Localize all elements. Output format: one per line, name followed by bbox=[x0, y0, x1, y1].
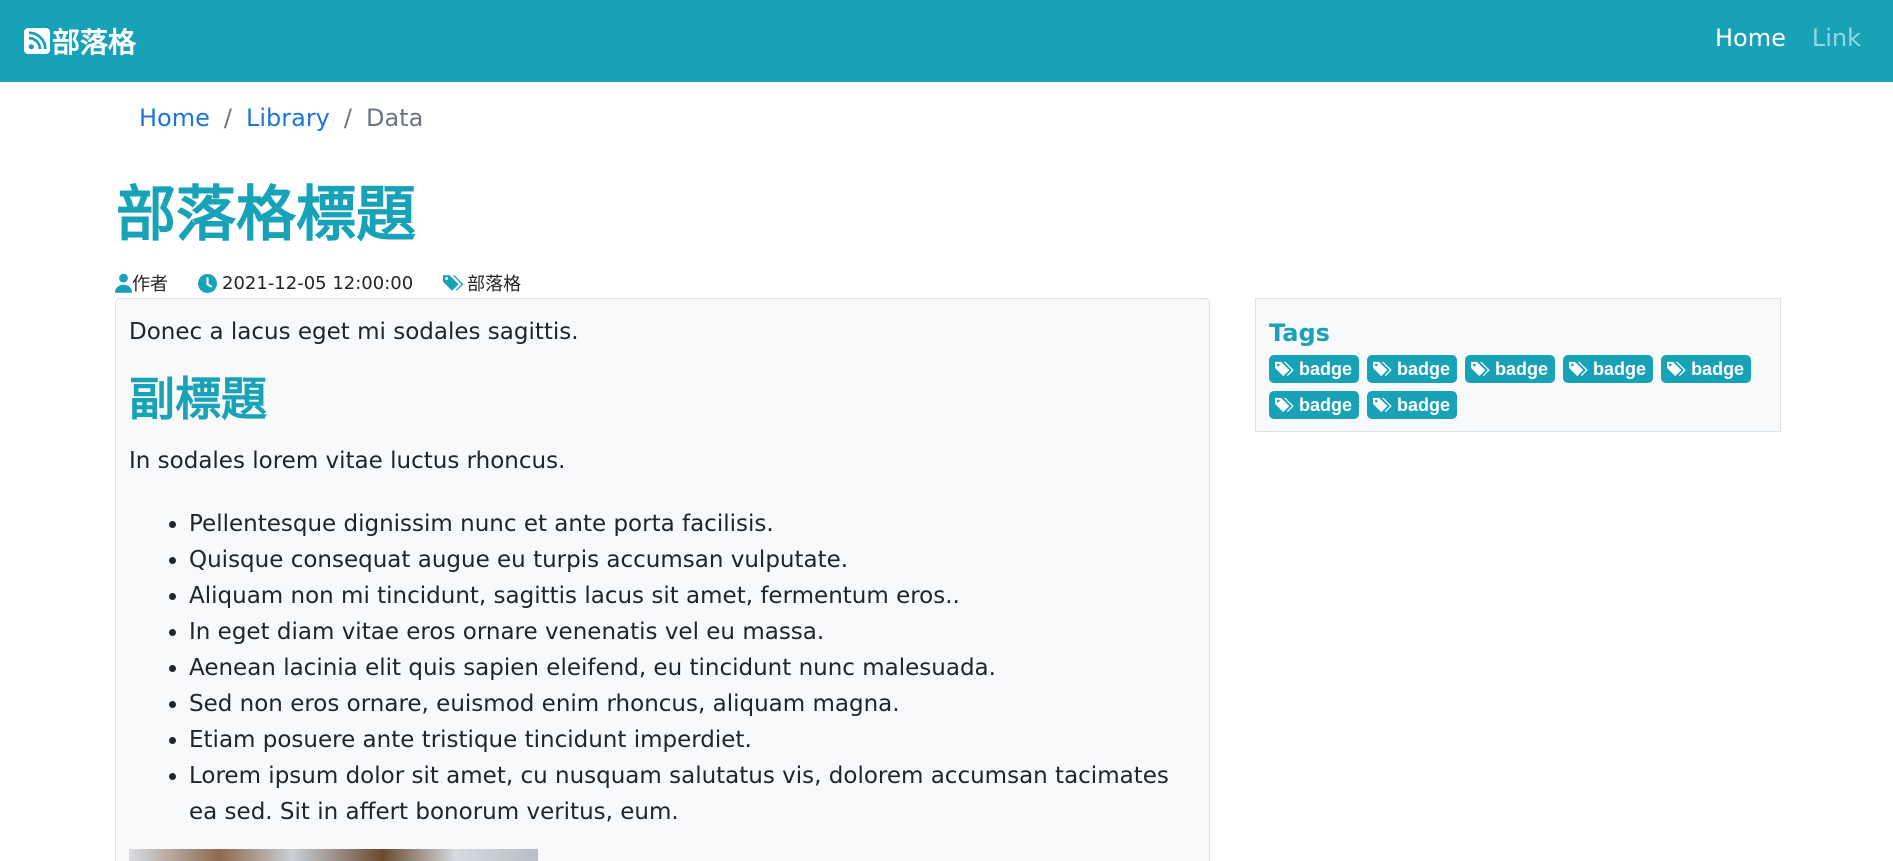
nav-link-link[interactable]: Link bbox=[1812, 24, 1861, 52]
post-meta: 作者 2021-12-05 12:00:00 部落格 bbox=[115, 270, 521, 296]
breadcrumb-separator: / bbox=[223, 104, 232, 132]
tag-badges: badge badge badge badge badge badge badg… bbox=[1269, 355, 1769, 419]
tags-icon bbox=[1471, 361, 1490, 377]
list-item: Aenean lacinia elit quis sapien eleifend… bbox=[189, 650, 1201, 686]
post-subtitle: 副標題 bbox=[129, 372, 267, 426]
post-list: Pellentesque dignissim nunc et ante port… bbox=[189, 506, 1201, 830]
rss-square-icon bbox=[24, 28, 50, 54]
category-text: 部落格 bbox=[467, 274, 522, 295]
list-item: Sed non eros ornare, euismod enim rhoncu… bbox=[189, 686, 1201, 722]
brand-text: 部落格 bbox=[52, 26, 137, 59]
tag-badge[interactable]: badge bbox=[1465, 355, 1556, 383]
breadcrumb: Home / Library / Data bbox=[139, 104, 423, 132]
breadcrumb-home[interactable]: Home bbox=[139, 104, 210, 132]
badge-label: badge bbox=[1691, 358, 1745, 379]
tags-icon bbox=[1373, 397, 1392, 413]
datetime-text: 2021-12-05 12:00:00 bbox=[222, 272, 414, 294]
badge-label: badge bbox=[1593, 358, 1647, 379]
tags-icon bbox=[1667, 361, 1686, 377]
list-item: Etiam posuere ante tristique tincidunt i… bbox=[189, 722, 1201, 758]
breadcrumb-current: Data bbox=[365, 104, 424, 132]
tags-icon bbox=[1373, 361, 1392, 377]
list-item: Pellentesque dignissim nunc et ante port… bbox=[189, 506, 1201, 542]
user-icon bbox=[115, 273, 132, 293]
tags-icon bbox=[443, 275, 464, 291]
list-item: Quisque consequat augue eu turpis accums… bbox=[189, 542, 1201, 578]
tags-icon bbox=[1275, 361, 1294, 377]
list-item: Lorem ipsum dolor sit amet, cu nusquam s… bbox=[189, 758, 1201, 830]
post-category: 部落格 bbox=[443, 270, 521, 296]
nav-links: Home Link bbox=[1715, 24, 1861, 52]
tag-badge[interactable]: badge bbox=[1269, 391, 1360, 419]
badge-label: badge bbox=[1299, 394, 1353, 415]
post-image bbox=[129, 849, 538, 861]
badge-label: badge bbox=[1397, 358, 1451, 379]
post-paragraph: In sodales lorem vitae luctus rhoncus. bbox=[129, 448, 566, 474]
breadcrumb-library[interactable]: Library bbox=[246, 104, 330, 132]
tags-panel: Tags badge badge badge badge badge badge bbox=[1255, 298, 1781, 432]
nav-link-home[interactable]: Home bbox=[1715, 24, 1786, 52]
badge-label: badge bbox=[1299, 358, 1353, 379]
badge-label: badge bbox=[1397, 394, 1451, 415]
top-navbar: 部落格 Home Link bbox=[0, 0, 1893, 82]
breadcrumb-separator: / bbox=[343, 104, 352, 132]
clock-icon bbox=[198, 273, 217, 293]
post-content: Donec a lacus eget mi sodales sagittis. … bbox=[115, 298, 1210, 861]
tags-icon bbox=[1275, 397, 1294, 413]
tag-badge[interactable]: badge bbox=[1269, 355, 1360, 383]
page-title: 部落格標題 bbox=[116, 180, 416, 250]
list-item: In eget diam vitae eros ornare venenatis… bbox=[189, 614, 1201, 650]
post-author: 作者 bbox=[115, 270, 168, 296]
post-lead: Donec a lacus eget mi sodales sagittis. bbox=[129, 319, 579, 345]
list-item: Aliquam non mi tincidunt, sagittis lacus… bbox=[189, 578, 1201, 614]
brand-link[interactable]: 部落格 bbox=[24, 22, 136, 60]
author-name: 作者 bbox=[132, 274, 168, 295]
tag-badge[interactable]: badge bbox=[1563, 355, 1654, 383]
badge-label: badge bbox=[1495, 358, 1549, 379]
tags-icon bbox=[1569, 361, 1588, 377]
tags-title: Tags bbox=[1269, 319, 1330, 347]
tag-badge[interactable]: badge bbox=[1367, 391, 1458, 419]
tag-badge[interactable]: badge bbox=[1661, 355, 1752, 383]
tag-badge[interactable]: badge bbox=[1367, 355, 1458, 383]
post-datetime: 2021-12-05 12:00:00 bbox=[198, 273, 413, 294]
